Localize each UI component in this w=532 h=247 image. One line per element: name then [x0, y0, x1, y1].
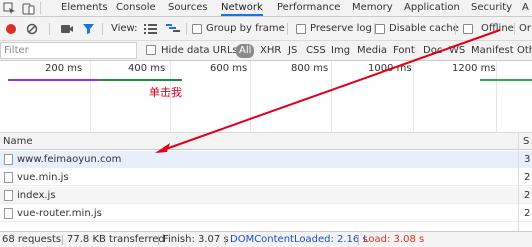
- tab-security[interactable]: Security: [471, 0, 512, 16]
- request-row[interactable]: vue.min.js 2: [0, 169, 532, 186]
- overview-gridline: [413, 61, 414, 133]
- device-toolbar-icon[interactable]: [22, 2, 35, 15]
- tab-elements[interactable]: Elements: [61, 0, 108, 16]
- waterfall-overview-icon[interactable]: [166, 23, 180, 34]
- request-name: vue-router.min.js: [17, 208, 102, 219]
- view-label: View:: [111, 23, 138, 34]
- request-row[interactable]: vue-router.min.js 2: [0, 205, 532, 222]
- tab-performance[interactable]: Performance: [277, 0, 340, 16]
- filter-type-manifest[interactable]: Manifest: [471, 44, 514, 58]
- toolbar-separator: [514, 23, 515, 35]
- filter-icon[interactable]: [82, 22, 95, 35]
- group-by-frame-checkbox[interactable]: [192, 24, 202, 34]
- preserve-log-checkbox[interactable]: [296, 24, 306, 34]
- overview-request-bar: [480, 79, 532, 81]
- request-status: 2: [524, 208, 531, 219]
- overview-gridline: [250, 61, 251, 133]
- overview-tick-label: 200 ms: [45, 63, 83, 74]
- toolbar-separator: [102, 23, 103, 35]
- overview-tick-label: 800 ms: [291, 63, 329, 74]
- filter-type-xhr[interactable]: XHR: [260, 44, 281, 58]
- overview-tick-label: 1000 ms: [368, 63, 412, 74]
- overview-tick-label: 1200 ms: [452, 63, 496, 74]
- toolbar-separator: [49, 23, 50, 35]
- disable-cache-checkbox[interactable]: [375, 24, 385, 34]
- status-separator: [225, 235, 226, 245]
- large-rows-icon[interactable]: [144, 23, 157, 34]
- devtools-tab-bar: Elements Console Sources Network Perform…: [0, 0, 532, 17]
- script-file-icon: [4, 208, 13, 219]
- tab-console[interactable]: Console: [116, 0, 156, 16]
- overview-gridline: [331, 61, 332, 133]
- toolbar-separator: [455, 23, 456, 35]
- filter-type-font[interactable]: Font: [393, 44, 415, 58]
- toolbar-separator: [186, 23, 187, 35]
- status-separator: [358, 235, 359, 245]
- overview-request-bar: [8, 79, 100, 81]
- overview-request-bar: [100, 79, 182, 81]
- network-summary-bar: 68 requests 77.8 KB transferred Finish: …: [0, 231, 532, 247]
- filter-type-js[interactable]: JS: [288, 44, 297, 58]
- filter-type-other[interactable]: Oth: [517, 44, 532, 58]
- hide-data-urls-checkbox[interactable]: [146, 45, 156, 55]
- document-icon: [4, 154, 13, 165]
- load-time: Load: 3.08 s: [363, 234, 425, 245]
- column-divider[interactable]: [518, 133, 519, 231]
- preserve-log-label: Preserve log: [310, 23, 372, 34]
- request-row[interactable]: index.js 2: [0, 187, 532, 204]
- filter-type-all[interactable]: All: [236, 44, 255, 58]
- tab-memory[interactable]: Memory: [352, 0, 393, 16]
- clear-icon[interactable]: [26, 23, 38, 35]
- overview-tick-label: 600 ms: [210, 63, 248, 74]
- record-icon[interactable]: [5, 23, 17, 35]
- offline-checkbox[interactable]: [463, 24, 473, 34]
- filter-type-css[interactable]: CSS: [306, 44, 326, 58]
- overview-gridline: [90, 61, 91, 133]
- column-header-name[interactable]: Name: [3, 136, 33, 147]
- request-row[interactable]: www.feimaoyun.com 3: [0, 151, 532, 168]
- status-separator: [62, 235, 63, 245]
- offline-label: Offline: [481, 23, 514, 34]
- request-status: 2: [524, 190, 531, 201]
- toolbar-separator: [287, 23, 288, 35]
- request-status: 3: [524, 154, 531, 165]
- column-header-status[interactable]: S: [523, 136, 529, 147]
- network-toolbar: View: Group by frame Preserve log Disabl…: [0, 17, 532, 41]
- finish-time: Finish: 3.07 s: [163, 234, 229, 245]
- tab-sources[interactable]: Sources: [168, 0, 208, 16]
- status-separator: [158, 235, 159, 245]
- click-me-annotation: 单击我: [149, 86, 182, 99]
- domcontentloaded-time: DOMContentLoaded: 2.16 s: [230, 234, 368, 245]
- request-table-header: Name S: [0, 133, 532, 150]
- overview-tick-label: 400 ms: [128, 63, 166, 74]
- request-name: www.feimaoyun.com: [17, 154, 122, 165]
- group-by-frame-label: Group by frame: [206, 23, 285, 34]
- script-file-icon: [4, 172, 13, 183]
- tab-separator: [40, 2, 41, 14]
- network-overview[interactable]: 200 ms 400 ms 600 ms 800 ms 1000 ms 1200…: [0, 61, 532, 133]
- filter-type-ws[interactable]: WS: [449, 44, 465, 58]
- transferred-size: 77.8 KB transferred: [67, 234, 165, 245]
- disable-cache-label: Disable cache: [389, 23, 459, 34]
- hide-data-urls-label: Hide data URLs: [161, 45, 238, 56]
- request-name: index.js: [17, 190, 56, 201]
- tab-audits[interactable]: A: [522, 0, 529, 16]
- script-file-icon: [4, 190, 13, 201]
- camera-icon[interactable]: [60, 23, 74, 35]
- throttling-select[interactable]: Or: [519, 23, 531, 34]
- filter-input[interactable]: [0, 42, 137, 59]
- request-name: vue.min.js: [17, 172, 69, 183]
- inspect-element-icon[interactable]: [3, 2, 16, 15]
- tab-application[interactable]: Application: [404, 0, 460, 16]
- request-count: 68 requests: [2, 234, 62, 245]
- request-status: 2: [524, 172, 531, 183]
- filter-type-media[interactable]: Media: [357, 44, 387, 58]
- tab-network[interactable]: Network: [221, 0, 263, 16]
- network-filter-bar: Hide data URLs All XHR JS CSS Img Media …: [0, 41, 532, 61]
- overview-gridline: [496, 61, 497, 133]
- filter-type-img[interactable]: Img: [331, 44, 350, 58]
- filter-type-doc[interactable]: Doc: [423, 44, 442, 58]
